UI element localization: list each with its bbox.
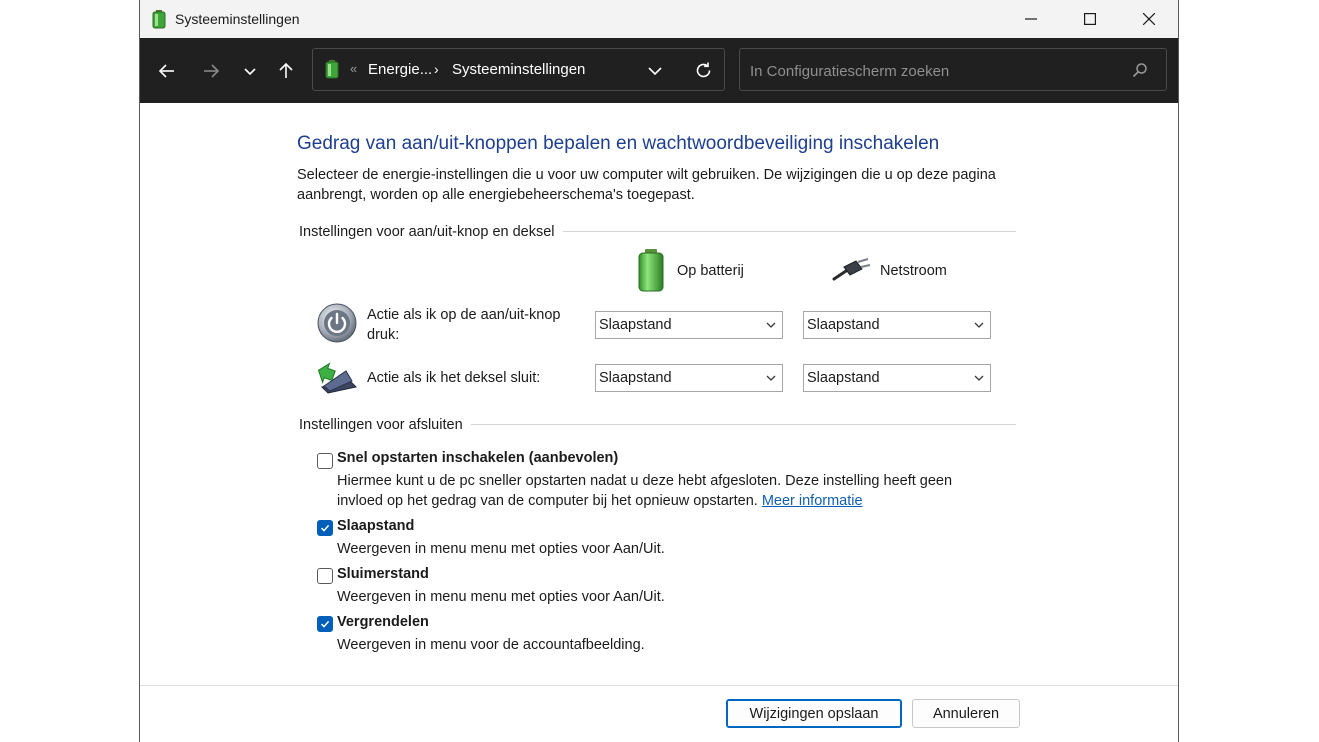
close-button[interactable] bbox=[1120, 0, 1178, 38]
power-plug-icon bbox=[832, 258, 871, 281]
close-icon bbox=[1143, 13, 1155, 25]
up-button[interactable] bbox=[271, 56, 301, 86]
search-icon[interactable] bbox=[1132, 62, 1148, 78]
forward-button[interactable] bbox=[196, 56, 226, 86]
hibernate-checkbox[interactable] bbox=[317, 568, 333, 584]
address-overflow[interactable]: « bbox=[350, 61, 357, 76]
minimize-icon bbox=[1025, 18, 1037, 20]
hibernate-title: Sluimerstand bbox=[337, 566, 429, 582]
footer: Wijzigingen opslaan Annuleren bbox=[140, 685, 1178, 742]
lid-close-ac-select[interactable]: Slaapstand bbox=[803, 364, 991, 392]
chevron-down-icon bbox=[766, 375, 776, 381]
power-button-icon bbox=[317, 303, 357, 343]
search-box[interactable] bbox=[739, 48, 1167, 91]
control-panel-window: Systeeminstellingen « Energie... › Syste… bbox=[139, 0, 1179, 742]
select-value: Slaapstand bbox=[807, 317, 880, 333]
page-title: Gedrag van aan/uit-knoppen bepalen en wa… bbox=[297, 133, 940, 154]
maximize-icon bbox=[1084, 13, 1096, 25]
checkmark-icon bbox=[320, 524, 330, 532]
maximize-button[interactable] bbox=[1061, 0, 1119, 38]
window-title: Systeeminstellingen bbox=[175, 11, 300, 27]
sleep-checkbox[interactable] bbox=[317, 520, 333, 536]
lock-checkbox[interactable] bbox=[317, 616, 333, 632]
chevron-down-icon bbox=[974, 375, 984, 381]
breadcrumb-energy[interactable]: Energie... bbox=[368, 61, 432, 78]
navigation-bar: « Energie... › Systeeminstellingen bbox=[140, 38, 1178, 103]
chevron-down-icon bbox=[766, 322, 776, 328]
chevron-down-icon[interactable] bbox=[646, 62, 664, 80]
breadcrumb-system-settings[interactable]: Systeeminstellingen bbox=[452, 61, 585, 78]
power-button-action-label: Actie als ik op de aan/uit-knop druk: bbox=[367, 307, 561, 343]
select-value: Slaapstand bbox=[599, 317, 672, 333]
battery-icon bbox=[638, 249, 664, 292]
title-bar: Systeeminstellingen bbox=[140, 0, 1178, 38]
column-ac-power: Netstroom bbox=[880, 263, 947, 279]
power-button-battery-select[interactable]: Slaapstand bbox=[595, 311, 783, 339]
chevron-down-icon bbox=[974, 322, 984, 328]
cancel-button[interactable]: Annuleren bbox=[912, 699, 1020, 728]
select-value: Slaapstand bbox=[599, 370, 672, 386]
search-input[interactable] bbox=[748, 58, 1122, 84]
recent-locations-button[interactable] bbox=[235, 56, 265, 86]
lock-title: Vergrendelen bbox=[337, 614, 429, 630]
save-changes-button[interactable]: Wijzigingen opslaan bbox=[726, 699, 902, 728]
hibernate-description: Weergeven in menu menu met opties voor A… bbox=[337, 589, 665, 605]
fast-startup-description: Hiermee kunt u de pc sneller opstarten n… bbox=[337, 471, 997, 511]
arrow-right-icon bbox=[204, 64, 220, 78]
breadcrumb-separator[interactable]: › bbox=[434, 61, 439, 77]
sleep-description: Weergeven in menu menu met opties voor A… bbox=[337, 541, 665, 557]
column-on-battery: Op batterij bbox=[677, 263, 744, 279]
minimize-button[interactable] bbox=[1002, 0, 1060, 38]
lock-description: Weergeven in menu voor de accountafbeeld… bbox=[337, 637, 645, 653]
battery-icon bbox=[152, 10, 166, 29]
lid-close-battery-select[interactable]: Slaapstand bbox=[595, 364, 783, 392]
fast-startup-checkbox[interactable] bbox=[317, 453, 333, 469]
shutdown-section-label: Instellingen voor afsluiten bbox=[299, 417, 471, 433]
address-bar[interactable]: « Energie... › Systeeminstellingen bbox=[312, 48, 725, 91]
page-description: Selecteer de energie-instellingen die u … bbox=[297, 167, 996, 203]
battery-icon bbox=[325, 60, 339, 79]
main-content: Gedrag van aan/uit-knoppen bepalen en wa… bbox=[140, 103, 1178, 686]
back-button[interactable] bbox=[152, 56, 182, 86]
lid-close-action-label: Actie als ik het deksel sluit: bbox=[367, 370, 541, 386]
select-value: Slaapstand bbox=[807, 370, 880, 386]
laptop-lid-icon bbox=[317, 362, 358, 394]
power-button-ac-select[interactable]: Slaapstand bbox=[803, 311, 991, 339]
fast-startup-title: Snel opstarten inschakelen (aanbevolen) bbox=[337, 450, 619, 466]
more-info-link[interactable]: Meer informatie bbox=[762, 493, 863, 509]
power-section-label: Instellingen voor aan/uit-knop en deksel bbox=[299, 224, 563, 240]
arrow-up-icon bbox=[279, 62, 293, 78]
chevron-down-icon bbox=[244, 68, 256, 76]
sleep-title: Slaapstand bbox=[337, 518, 415, 534]
refresh-icon[interactable] bbox=[694, 61, 713, 80]
checkmark-icon bbox=[320, 620, 330, 628]
arrow-left-icon bbox=[158, 64, 174, 78]
